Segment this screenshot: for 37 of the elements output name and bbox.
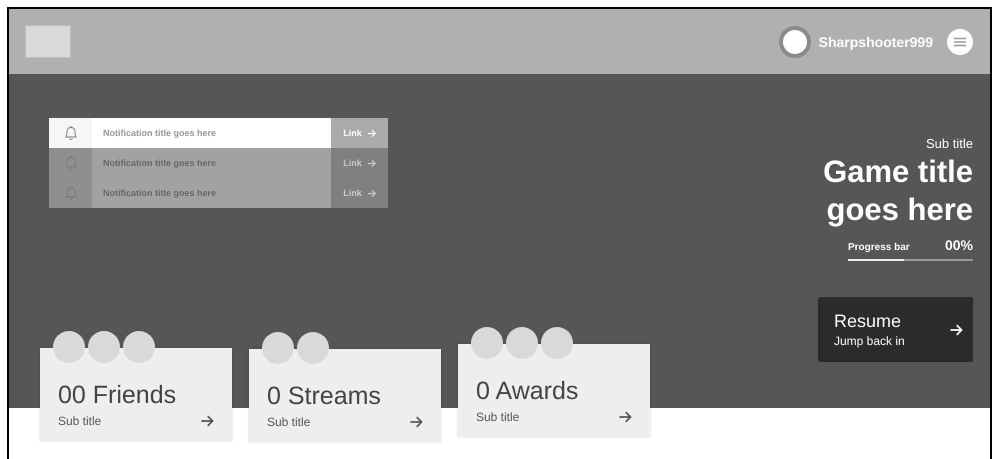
resume-button[interactable]: Resume Jump back in	[818, 297, 973, 362]
progress-label: Progress bar	[848, 242, 910, 253]
bell-icon	[64, 125, 78, 141]
progress-value: 00%	[944, 237, 973, 253]
notification-row[interactable]: Notification title goes here Link	[49, 178, 388, 208]
notification-row[interactable]: Notification title goes here Link	[49, 148, 388, 178]
bell-icon	[64, 185, 78, 201]
menu-icon[interactable]	[947, 28, 973, 54]
notification-link[interactable]: Link	[331, 118, 388, 148]
arrow-icon	[949, 322, 963, 336]
notification-row[interactable]: Notification title goes here Link	[49, 118, 388, 148]
stat-card[interactable]: 0 Streams Sub title	[249, 349, 441, 442]
stat-card[interactable]: 00 Friends Sub title	[40, 348, 232, 441]
arrow-icon	[366, 188, 376, 198]
stat-card[interactable]: 0 Awards Sub title	[458, 344, 650, 437]
card-subtitle: Sub title	[476, 410, 520, 424]
username[interactable]: Sharpshooter999	[818, 34, 933, 50]
arrow-icon	[366, 158, 376, 168]
card-title: 0 Streams	[267, 382, 382, 411]
card-subtitle: Sub title	[58, 414, 102, 428]
card-subtitle: Sub title	[267, 415, 310, 429]
card-title: 0 Awards	[476, 377, 580, 406]
notification-title: Notification title goes here	[102, 128, 218, 138]
logo-placeholder	[25, 25, 71, 58]
avatar-icon[interactable]	[778, 26, 811, 58]
notification-title: Notification title goes here	[102, 188, 218, 198]
arrow-icon	[366, 128, 376, 138]
bell-icon	[64, 155, 78, 171]
arrow-icon[interactable]	[409, 415, 423, 429]
game-title: Game title goes here	[822, 153, 973, 229]
arrow-icon[interactable]	[200, 414, 214, 428]
arrow-icon[interactable]	[618, 410, 632, 424]
notification-link[interactable]: Link	[331, 178, 388, 208]
notification-link[interactable]: Link	[331, 148, 388, 178]
notification-title: Notification title goes here	[102, 158, 218, 168]
game-subtitle: Sub title	[926, 136, 973, 151]
card-title: 00 Friends	[58, 381, 178, 410]
